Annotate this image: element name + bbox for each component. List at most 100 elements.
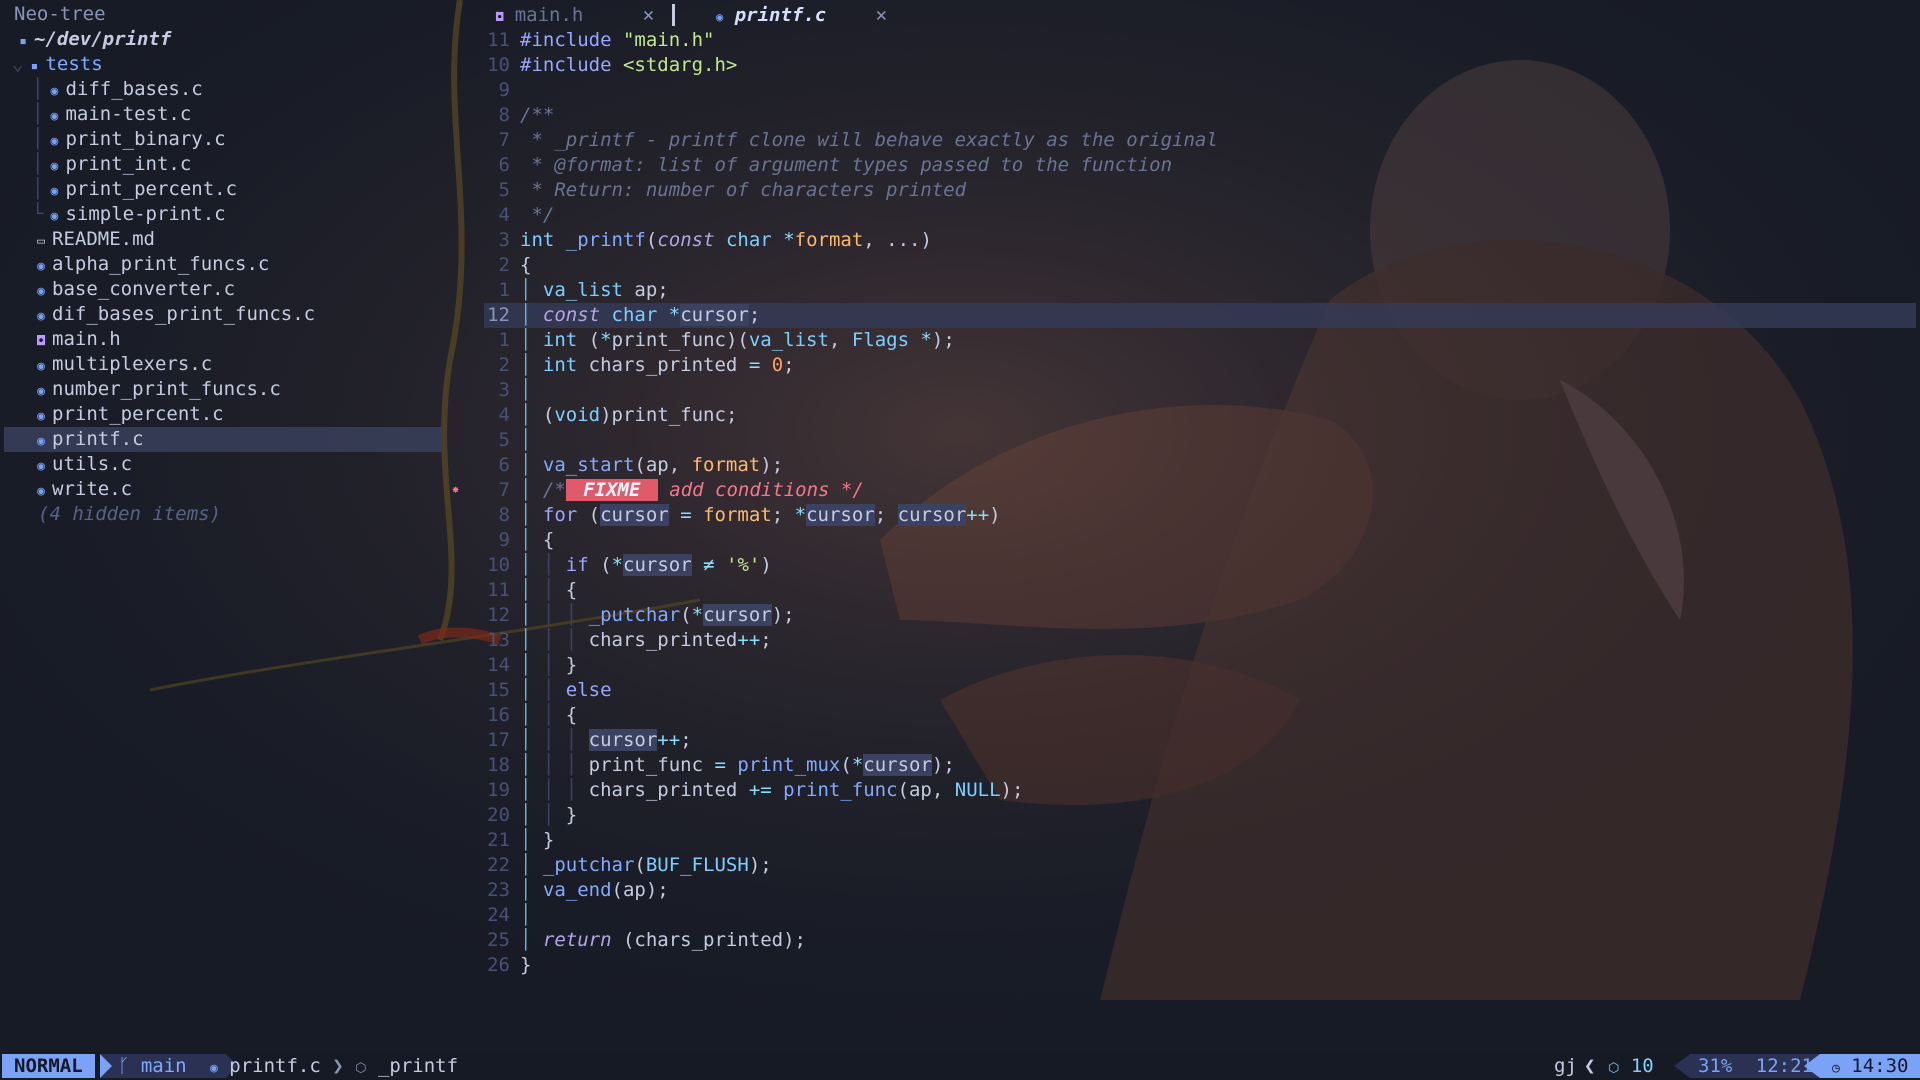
tab-label: printf.c xyxy=(734,4,827,26)
tree-item-base-converter[interactable]: ◉ base_converter.c xyxy=(30,277,472,302)
folder-tests[interactable]: ⌄ ▪ tests xyxy=(12,52,454,77)
mode-separator xyxy=(100,1054,112,1078)
code-line[interactable]: 7 │ /* FIXME add conditions */ xyxy=(484,478,1916,503)
chevron-left-icon: ❮ xyxy=(1584,1055,1596,1077)
code-line[interactable]: 10 #include <stdarg.h> xyxy=(484,53,1916,78)
code-line[interactable]: 16 │ │ { xyxy=(484,703,1916,728)
bug-icon: ✸ xyxy=(452,482,460,496)
close-icon[interactable]: ✕ xyxy=(643,4,654,26)
c-file-icon: ◉ xyxy=(37,259,45,274)
folder-label: tests xyxy=(45,53,103,75)
git-branch: ᚴ main xyxy=(100,1054,226,1078)
diagnostics: ⬡ 10 xyxy=(1608,1055,1654,1077)
function-icon: ⬡ xyxy=(355,1061,367,1076)
pending-keys: gj xyxy=(1554,1055,1577,1077)
code-line[interactable]: 24 │ xyxy=(484,903,1916,928)
breadcrumb-symbol: _printf xyxy=(377,1055,459,1077)
code-line[interactable]: 5 │ xyxy=(484,428,1916,453)
close-icon[interactable]: ✕ xyxy=(876,4,887,26)
tab-main-h[interactable]: ◘ main.h ✕ xyxy=(496,0,654,30)
code-line[interactable]: 20 │ │ } xyxy=(484,803,1916,828)
tree-item-multiplexers[interactable]: ◉ multiplexers.c xyxy=(30,352,472,377)
tree-item-utils[interactable]: ◉ utils.c xyxy=(30,452,472,477)
code-line[interactable]: 15 │ │ else xyxy=(484,678,1916,703)
tree-item-simple-print[interactable]: └ ◉ simple-print.c xyxy=(32,202,474,227)
root-path: ~/dev/printf xyxy=(34,28,172,50)
c-file-icon: ◉ xyxy=(50,109,59,124)
code-line[interactable]: 6 * @format: list of argument types pass… xyxy=(484,153,1916,178)
cube-icon: ⬡ xyxy=(1608,1061,1620,1076)
c-file-icon: ◉ xyxy=(37,309,45,324)
code-line[interactable]: 9 xyxy=(484,78,1916,103)
code-line[interactable]: 23 │ va_end(ap); xyxy=(484,878,1916,903)
tab-label: main.h xyxy=(514,4,584,26)
markdown-icon: ▭ xyxy=(37,234,45,249)
c-file-icon: ◉ xyxy=(37,359,45,374)
explorer-root[interactable]: ▪ ~/dev/printf xyxy=(12,27,454,52)
tree-item-dif-bases-print-funcs[interactable]: ◉ dif_bases_print_funcs.c xyxy=(30,302,472,327)
code-line[interactable]: 21 │ } xyxy=(484,828,1916,853)
header-file-icon: ◘ xyxy=(496,10,504,24)
c-file-icon: ◉ xyxy=(37,284,45,299)
tree-item-print-binary[interactable]: │ ◉ print_binary.c xyxy=(32,127,474,152)
tree-item-diff-bases[interactable]: │ ◉ diff_bases.c xyxy=(32,77,474,102)
tree-item-readme[interactable]: ▭ README.md xyxy=(30,227,472,252)
code-line[interactable]: 4 │ (void)print_func; xyxy=(484,403,1916,428)
clock-segment: ◷ 14:30 xyxy=(1820,1054,1920,1078)
code-line[interactable]: 2 │ int chars_printed = 0; xyxy=(484,353,1916,378)
branch-name: main xyxy=(140,1055,187,1077)
c-file-icon: ◉ xyxy=(37,434,45,449)
c-file-icon: ◉ xyxy=(210,1061,218,1076)
c-file-icon: ◉ xyxy=(50,134,59,149)
code-line[interactable]: 19 │ │ │ chars_printed += print_func(ap, … xyxy=(484,778,1916,803)
file-breadcrumb: ◉ printf.c ❯ ⬡ _printf xyxy=(210,1052,458,1080)
code-line[interactable]: 3 int _printf(const char *format, ...) xyxy=(484,228,1916,253)
tab-bar: ◘ main.h ✕ ◉ printf.c ✕ xyxy=(484,0,1920,30)
code-line[interactable]: 6 │ va_start(ap, format); xyxy=(484,453,1916,478)
tree-item-print-int[interactable]: │ ◉ print_int.c xyxy=(32,152,474,177)
tree-item-alpha-print-funcs[interactable]: ◉ alpha_print_funcs.c xyxy=(30,252,472,277)
code-line[interactable]: 10 │ │ if (*cursor ≠ '%') xyxy=(484,553,1916,578)
tree-item-printf[interactable]: ◉ printf.c xyxy=(4,427,442,452)
code-line[interactable]: 8 │ for (cursor = format; *cursor; cursor… xyxy=(484,503,1916,528)
position-segment: 31% 12:21 xyxy=(1690,1054,1820,1078)
tree-item-print-percent[interactable]: ◉ print_percent.c xyxy=(30,402,472,427)
code-line[interactable]: 22 │ _putchar(BUF_FLUSH); xyxy=(484,853,1916,878)
c-file-icon: ◉ xyxy=(50,184,59,199)
hidden-items-note[interactable]: (4 hidden items) xyxy=(38,502,480,527)
code-line[interactable]: 14 │ │ } xyxy=(484,653,1916,678)
clock-icon: ◷ xyxy=(1832,1061,1840,1076)
mode-indicator: NORMAL xyxy=(2,1054,95,1078)
tree-item-print-percent-test[interactable]: │ ◉ print_percent.c xyxy=(32,177,474,202)
current-code-line[interactable]: 12 │ const char *cursor; xyxy=(484,303,1916,328)
tab-printf-c[interactable]: ◉ printf.c ✕ xyxy=(716,0,887,30)
code-line[interactable]: 11 │ │ { xyxy=(484,578,1916,603)
c-file-icon: ◉ xyxy=(37,384,45,399)
code-line[interactable]: 4 */ xyxy=(484,203,1916,228)
code-line[interactable]: 12 │ │ │ _putchar(*cursor); xyxy=(484,603,1916,628)
code-line[interactable]: 13 │ │ │ chars_printed++; xyxy=(484,628,1916,653)
code-line[interactable]: 1 │ int (*print_func)(va_list, Flags *); xyxy=(484,328,1916,353)
code-line[interactable]: 18 │ │ │ print_func = print_mux(*cursor); xyxy=(484,753,1916,778)
code-line[interactable]: 9 │ { xyxy=(484,528,1916,553)
code-line[interactable]: 1 │ va_list ap; xyxy=(484,278,1916,303)
code-line[interactable]: 17 │ │ │ cursor++; xyxy=(484,728,1916,753)
tree-item-main-h[interactable]: ◘ main.h xyxy=(30,327,472,352)
tree-item-number-print-funcs[interactable]: ◉ number_print_funcs.c xyxy=(30,377,472,402)
tab-separator xyxy=(672,4,675,26)
code-line[interactable]: 7 * _printf - printf clone will behave e… xyxy=(484,128,1916,153)
code-line[interactable]: 25 │ return (chars_printed); xyxy=(484,928,1916,953)
breadcrumb-file: printf.c xyxy=(229,1055,321,1077)
code-line[interactable]: 26} xyxy=(484,953,1916,978)
code-line[interactable]: 8/** xyxy=(484,103,1916,128)
code-editor[interactable]: 11 #include "main.h" 10 #include <stdarg.h… xyxy=(484,28,1920,1048)
tree-item-write[interactable]: ◉ write.c xyxy=(30,477,472,502)
chevron-right-icon: ❯ xyxy=(332,1055,344,1077)
code-line[interactable]: 3 │ xyxy=(484,378,1916,403)
c-file-icon: ◉ xyxy=(50,84,59,99)
code-line[interactable]: 11 #include "main.h" xyxy=(484,28,1916,53)
code-line[interactable]: 5 * Return: number of characters printed xyxy=(484,178,1916,203)
fixme-badge: FIXME xyxy=(565,479,658,501)
code-line[interactable]: 2{ xyxy=(484,253,1916,278)
tree-item-main-test[interactable]: │ ◉ main-test.c xyxy=(32,102,474,127)
